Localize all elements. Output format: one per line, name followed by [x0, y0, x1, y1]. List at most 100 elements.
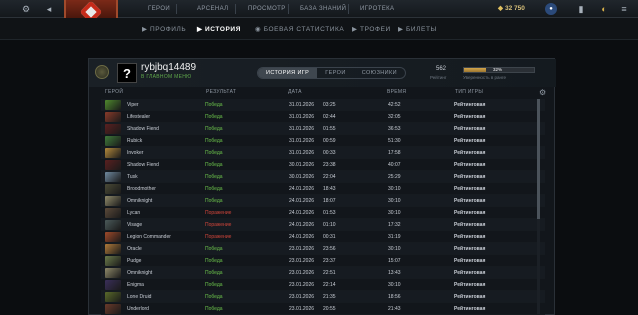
nav-arsenal[interactable]: АРСЕНАЛ [197, 6, 228, 12]
table-row[interactable]: Legion Commander Поражение 24.01.2026 00:31… [101, 231, 545, 243]
col-game-type[interactable]: ТИП ИГРЫ [455, 89, 483, 95]
confidence-percent: 32% [493, 67, 503, 72]
hero-name: Omniknight [127, 198, 153, 204]
match-date: 23.01.2026 [289, 294, 315, 300]
match-duration: 30:10 [388, 210, 401, 216]
match-result: Поражение [205, 210, 232, 216]
hero-portrait [105, 148, 121, 158]
nav-separator [348, 4, 349, 14]
match-result: Победа [205, 306, 223, 312]
match-start-time: 23:56 [323, 246, 336, 252]
match-date: 31.01.2026 [289, 138, 315, 144]
hero-name: Lycan [127, 210, 141, 216]
hero-name: Legion Commander [127, 234, 171, 240]
scrollbar-thumb[interactable] [537, 99, 540, 219]
table-row[interactable]: Omniknight Победа 24.01.2026 18:07 30:10 Рейт… [101, 195, 545, 207]
nav-watch[interactable]: ПРОСМОТР [248, 6, 286, 12]
match-date: 31.01.2026 [289, 126, 315, 132]
history-tabs: ИСТОРИЯ ИГР ГЕРОИ СОЮЗНИКИ [257, 67, 406, 79]
match-type: Рейтинговая [454, 246, 486, 252]
table-row[interactable]: Shadow Fiend Победа 30.01.2026 23:38 40:07 Ре… [101, 159, 545, 171]
table-row[interactable]: Lycan Поражение 24.01.2026 01:53 30:10 Рейтин… [101, 207, 545, 219]
match-type: Рейтинговая [454, 210, 486, 216]
tab-match-history[interactable]: ИСТОРИЯ ИГР [258, 68, 318, 78]
hero-portrait [105, 172, 121, 182]
table-row[interactable]: Oracle Победа 23.01.2026 23:56 30:10 Рейтинго… [101, 243, 545, 255]
col-hero[interactable]: ГЕРОЙ [105, 89, 123, 95]
tab-allies[interactable]: СОЮЗНИКИ [354, 68, 405, 78]
nav-knowledge-base[interactable]: БАЗА ЗНАНИЙ [300, 6, 346, 12]
match-duration: 51:30 [388, 138, 401, 144]
match-start-time: 00:33 [323, 150, 336, 156]
scrollbar[interactable] [537, 99, 540, 314]
table-row[interactable]: Shadow Fiend Победа 31.01.2026 01:55 36:53 Ре… [101, 123, 545, 135]
col-result[interactable]: РЕЗУЛЬТАТ [206, 89, 236, 95]
table-row[interactable]: Pudge Победа 23.01.2026 23:37 15:07 Рейтингов… [101, 255, 545, 267]
match-date: 30.01.2026 [289, 162, 315, 168]
tab-profile[interactable]: ▶ ПРОФИЛЬ [142, 25, 186, 33]
rank-medal-icon [95, 65, 109, 79]
shards-balance[interactable]: ◆ 32 750 [498, 4, 525, 13]
col-time[interactable]: ВРЕМЯ [387, 89, 406, 95]
hero-portrait [105, 124, 121, 134]
match-start-time: 23:37 [323, 258, 336, 264]
player-status: В ГЛАВНОМ МЕНЮ [141, 74, 192, 80]
confidence-bar-fill [464, 68, 487, 72]
back-arrow-icon[interactable]: ◂ [43, 3, 55, 15]
match-duration: 15:07 [388, 258, 401, 264]
table-row[interactable]: Invoker Победа 31.01.2026 00:33 17:58 Рейтинг… [101, 147, 545, 159]
match-date: 24.01.2026 [289, 234, 315, 240]
confidence-label: Уверенность в ранге [463, 75, 507, 80]
table-row[interactable]: Tusk Победа 30.01.2026 22:04 25:29 Рейтингова… [101, 171, 545, 183]
avatar[interactable]: ? [117, 63, 137, 83]
match-date: 30.01.2026 [289, 174, 315, 180]
match-result: Победа [205, 186, 223, 192]
match-duration: 21:43 [388, 306, 401, 312]
notifications-icon[interactable]: ▮ [575, 3, 587, 15]
hero-portrait [105, 220, 121, 230]
match-date: 24.01.2026 [289, 210, 315, 216]
nav-arcade[interactable]: ИГРОТЕКА [360, 6, 394, 12]
table-row[interactable]: Lifestealer Победа 31.01.2026 02:44 32:05 Рей… [101, 111, 545, 123]
match-duration: 40:07 [388, 162, 401, 168]
table-row[interactable]: Lone Druid Победа 23.01.2026 21:35 18:56 Рейт… [101, 291, 545, 303]
match-duration: 25:29 [388, 174, 401, 180]
match-duration: 32:05 [388, 114, 401, 120]
table-row[interactable]: Viper Победа 31.01.2026 03:25 42:52 Рейтингов… [101, 99, 545, 111]
hero-name: Lifestealer [127, 114, 151, 120]
col-date[interactable]: ДАТА [288, 89, 302, 95]
match-start-time: 01:10 [323, 222, 336, 228]
table-row[interactable]: Rubick Победа 31.01.2026 00:59 51:30 Рейтинго… [101, 135, 545, 147]
table-row[interactable]: Underlord Победа 23.01.2026 20:55 21:43 Рейти… [101, 303, 545, 315]
hero-name: Enigma [127, 282, 144, 288]
tab-heroes[interactable]: ГЕРОИ [317, 68, 353, 78]
hero-name: Shadow Fiend [127, 126, 159, 132]
settings-gear-icon[interactable]: ⚙ [20, 3, 32, 15]
match-result: Победа [205, 270, 223, 276]
player-name: rybjbq14489 [141, 62, 197, 73]
match-list: Viper Победа 31.01.2026 03:25 42:52 Рейтингов… [101, 99, 545, 315]
table-row[interactable]: Visage Поражение 24.01.2026 01:10 17:32 Рейти… [101, 219, 545, 231]
match-start-time: 01:53 [323, 210, 336, 216]
match-result: Победа [205, 258, 223, 264]
table-row[interactable]: Omniknight Победа 23.01.2026 22:51 13:43 Рейт… [101, 267, 545, 279]
match-duration: 42:52 [388, 102, 401, 108]
table-row[interactable]: Broodmother Победа 24.01.2026 18:43 30:10 Рей… [101, 183, 545, 195]
tab-history[interactable]: ▶ ИСТОРИЯ [197, 25, 241, 33]
nav-heroes[interactable]: ГЕРОИ [148, 6, 170, 12]
hero-name: Shadow Fiend [127, 162, 159, 168]
hero-portrait [105, 112, 121, 122]
table-row[interactable]: Enigma Победа 23.01.2026 22:14 30:10 Рейтинго… [101, 279, 545, 291]
profile-avatar-icon[interactable]: ● [545, 3, 557, 15]
match-start-time: 20:55 [323, 306, 336, 312]
dota-plus-icon[interactable]: ◐ [598, 3, 610, 15]
hero-portrait [105, 256, 121, 266]
match-date: 24.01.2026 [289, 222, 315, 228]
match-type: Рейтинговая [454, 162, 486, 168]
tab-combat-stats[interactable]: ◉ БОЕВАЯ СТАТИСТИКА [255, 25, 344, 33]
table-settings-gear-icon[interactable]: ⚙ [539, 88, 546, 97]
menu-icon[interactable]: ≡ [618, 3, 630, 15]
tab-tickets[interactable]: ▶ БИЛЕТЫ [398, 25, 437, 33]
match-type: Рейтинговая [454, 222, 486, 228]
tab-trophies[interactable]: ▶ ТРОФЕИ [352, 25, 391, 33]
